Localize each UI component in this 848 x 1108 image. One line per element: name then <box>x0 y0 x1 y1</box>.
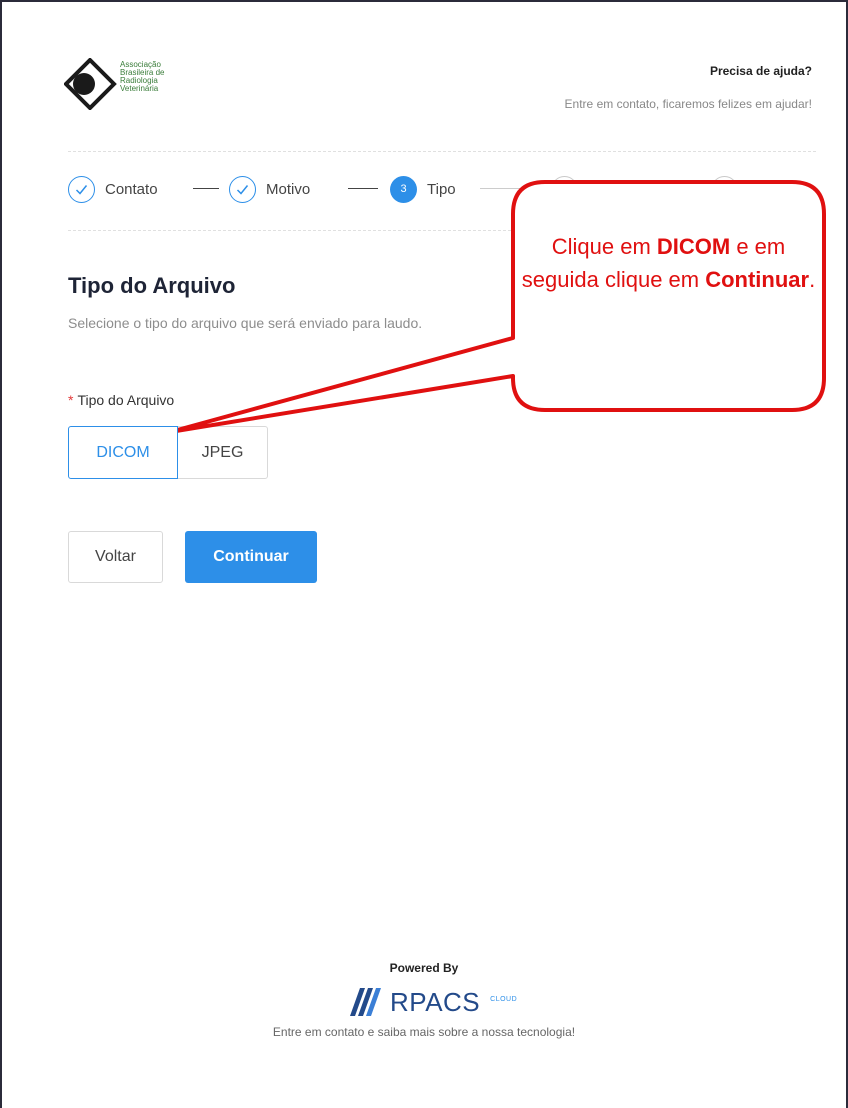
file-type-selector: DICOM JPEG <box>68 426 268 479</box>
rpacs-stripes-icon <box>350 988 381 1016</box>
check-icon <box>229 175 256 203</box>
callout-text: Clique em DICOM e em seguida clique em C… <box>516 230 821 296</box>
stepper: Contato Motivo 3 Tipo 4 Envio 5 Anexo <box>68 175 828 203</box>
rpacs-brand-tag: CLOUD <box>490 995 518 1003</box>
field-label-text: Tipo do Arquivo <box>77 392 175 408</box>
step-contato[interactable]: Contato <box>68 175 158 203</box>
logo-text: Associação Brasileira de Radiologia Vete… <box>120 60 165 93</box>
callout-part: . <box>809 267 816 292</box>
back-button[interactable]: Voltar <box>68 531 163 583</box>
callout-part: Clique em <box>551 234 657 259</box>
file-type-label: * Tipo do Arquivo <box>68 392 174 408</box>
step-envio[interactable]: 4 Envio <box>551 175 626 203</box>
step-number: 5 <box>711 175 738 203</box>
step-label: Contato <box>105 180 158 198</box>
step-label: Envio <box>588 180 626 198</box>
required-mark: * <box>68 392 74 408</box>
help-title: Precisa de ajuda? <box>709 64 812 78</box>
step-connector <box>348 188 378 189</box>
callout-bold-dicom: DICOM <box>656 234 731 259</box>
step-connector <box>480 188 540 189</box>
step-anexo[interactable]: 5 Anexo <box>711 175 791 203</box>
step-tipo[interactable]: 3 Tipo <box>390 175 456 203</box>
step-label: Anexo <box>748 180 791 198</box>
rpacs-brand-name: RPACS <box>390 986 481 1017</box>
step-connector <box>193 188 219 189</box>
divider <box>68 151 816 152</box>
powered-by-label: Powered By <box>389 961 459 975</box>
option-jpeg-button[interactable]: JPEG <box>177 426 268 479</box>
step-label: Motivo <box>266 180 311 198</box>
step-motivo[interactable]: Motivo <box>229 175 310 203</box>
check-icon <box>68 175 95 203</box>
step-connector <box>653 188 705 189</box>
help-subtitle[interactable]: Entre em contato, ficaremos felizes em a… <box>565 97 812 111</box>
page-subtitle: Selecione o tipo do arquivo que será env… <box>68 315 423 331</box>
rpacs-logo[interactable]: RPACS CLOUD <box>348 985 517 1019</box>
option-dicom-button[interactable]: DICOM <box>68 426 178 479</box>
page-title: Tipo do Arquivo <box>68 273 236 298</box>
step-number: 4 <box>551 175 578 203</box>
association-logo[interactable]: Associação Brasileira de Radiologia Vete… <box>63 57 194 111</box>
footer-tagline[interactable]: Entre em contato e saiba mais sobre a no… <box>0 1025 848 1039</box>
continue-button[interactable]: Continuar <box>185 531 317 583</box>
callout-bold-continuar: Continuar <box>705 267 810 292</box>
step-number: 3 <box>390 175 417 203</box>
logo-diamond-icon <box>63 57 117 111</box>
step-label: Tipo <box>427 180 456 198</box>
